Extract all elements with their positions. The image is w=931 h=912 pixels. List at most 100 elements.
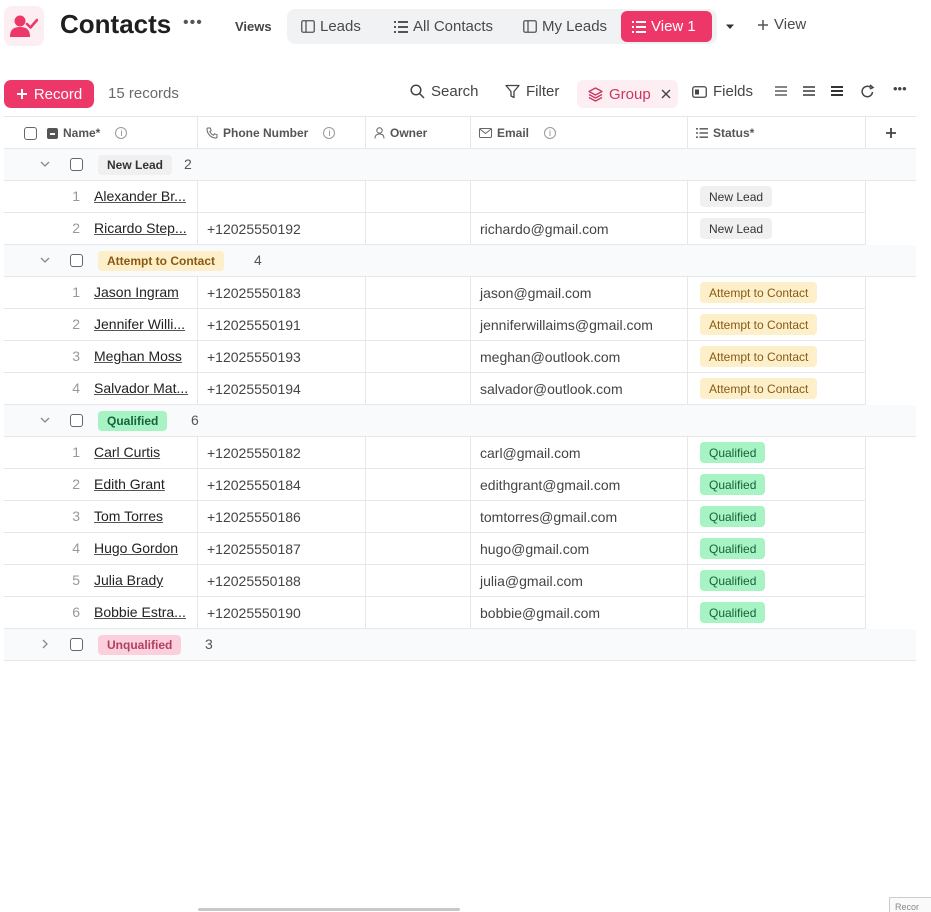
name-cell[interactable]: 3 Tom Torres [4, 501, 198, 532]
info-icon[interactable]: i [115, 127, 128, 139]
group-checkbox[interactable] [70, 638, 83, 651]
group-button[interactable]: Group [577, 80, 678, 108]
add-record-button[interactable]: Record [4, 80, 94, 108]
more-options-icon[interactable]: ••• [183, 14, 203, 32]
contact-name-link[interactable]: Bobbie Estra... [94, 604, 194, 620]
contact-name-link[interactable]: Salvador Mat... [94, 380, 194, 396]
status-cell[interactable]: Attempt to Contact [688, 341, 866, 372]
chevron-right-icon[interactable] [40, 639, 50, 649]
row-height-medium-icon[interactable] [802, 84, 816, 101]
chevron-down-icon[interactable] [40, 415, 50, 425]
select-all-checkbox[interactable] [24, 126, 37, 140]
status-cell[interactable]: Qualified [688, 469, 866, 500]
name-cell[interactable]: 2 Ricardo Step... [4, 213, 198, 244]
table-row[interactable]: 3 Meghan Moss +12025550193 meghan@outlook.c… [4, 341, 866, 373]
caret-down-icon[interactable] [724, 18, 736, 34]
more-options-icon[interactable]: ••• [893, 81, 907, 96]
owner-cell[interactable] [366, 309, 471, 340]
row-height-short-icon[interactable] [774, 84, 788, 101]
owner-cell[interactable] [366, 565, 471, 596]
name-cell[interactable]: 6 Bobbie Estra... [4, 597, 198, 628]
owner-cell[interactable] [366, 437, 471, 468]
search-button[interactable]: Search [410, 83, 479, 100]
email-cell[interactable]: hugo@gmail.com [471, 533, 688, 564]
tab-leads[interactable]: Leads [295, 11, 367, 42]
filter-button[interactable]: Filter [505, 83, 559, 100]
chevron-down-icon[interactable] [40, 159, 50, 169]
status-cell[interactable]: New Lead [688, 181, 866, 212]
group-row-new-lead[interactable]: New Lead 2 [4, 149, 916, 181]
phone-cell[interactable]: +12025550190 [198, 597, 366, 628]
owner-cell[interactable] [366, 597, 471, 628]
owner-cell[interactable] [366, 469, 471, 500]
name-cell[interactable]: 1 Carl Curtis [4, 437, 198, 468]
contact-name-link[interactable]: Julia Brady [94, 572, 194, 588]
name-cell[interactable]: 2 Edith Grant [4, 469, 198, 500]
fields-button[interactable]: Fields [692, 83, 753, 100]
status-cell[interactable]: Qualified [688, 565, 866, 596]
table-row[interactable]: 1 Alexander Br... New Lead [4, 181, 866, 213]
contact-name-link[interactable]: Alexander Br... [94, 188, 194, 204]
horizontal-scrollbar[interactable] [198, 908, 460, 911]
email-cell[interactable] [471, 181, 688, 212]
email-cell[interactable]: meghan@outlook.com [471, 341, 688, 372]
row-height-tall-icon[interactable] [830, 84, 844, 101]
owner-cell[interactable] [366, 373, 471, 404]
phone-cell[interactable]: +12025550191 [198, 309, 366, 340]
contact-name-link[interactable]: Ricardo Step... [94, 220, 194, 236]
email-cell[interactable]: julia@gmail.com [471, 565, 688, 596]
phone-cell[interactable]: +12025550182 [198, 437, 366, 468]
column-header-owner[interactable]: Owner [366, 117, 471, 149]
info-icon[interactable]: i [323, 127, 336, 139]
table-row[interactable]: 2 Edith Grant +12025550184 edithgrant@gmail… [4, 469, 866, 501]
column-header-status[interactable]: Status* [688, 117, 866, 149]
name-cell[interactable]: 3 Meghan Moss [4, 341, 198, 372]
info-icon[interactable]: i [544, 127, 557, 139]
table-row[interactable]: 1 Carl Curtis +12025550182 carl@gmail.com Qu… [4, 437, 866, 469]
tab-view-1[interactable]: View 1 [621, 11, 712, 42]
name-cell[interactable]: 5 Julia Brady [4, 565, 198, 596]
refresh-icon[interactable] [860, 84, 875, 102]
email-cell[interactable]: edithgrant@gmail.com [471, 469, 688, 500]
group-row-qualified[interactable]: Qualified 6 [4, 405, 916, 437]
group-checkbox[interactable] [70, 414, 83, 427]
phone-cell[interactable]: +12025550192 [198, 213, 366, 244]
owner-cell[interactable] [366, 341, 471, 372]
status-cell[interactable]: Attempt to Contact [688, 373, 866, 404]
column-header-name[interactable]: Name* i [4, 117, 198, 149]
column-header-phone[interactable]: Phone Number i [198, 117, 366, 149]
contact-name-link[interactable]: Edith Grant [94, 476, 194, 492]
name-cell[interactable]: 2 Jennifer Willi... [4, 309, 198, 340]
name-cell[interactable]: 1 Alexander Br... [4, 181, 198, 212]
owner-cell[interactable] [366, 533, 471, 564]
tab-all-contacts[interactable]: All Contacts [388, 11, 499, 42]
table-row[interactable]: 4 Salvador Mat... +12025550194 salvador@out… [4, 373, 866, 405]
owner-cell[interactable] [366, 181, 471, 212]
status-cell[interactable]: Qualified [688, 501, 866, 532]
email-cell[interactable]: jason@gmail.com [471, 277, 688, 308]
table-row[interactable]: 2 Ricardo Step... +12025550192 richardo@gma… [4, 213, 866, 245]
contact-name-link[interactable]: Meghan Moss [94, 348, 194, 364]
contact-name-link[interactable]: Tom Torres [94, 508, 194, 524]
status-cell[interactable]: Qualified [688, 597, 866, 628]
group-checkbox[interactable] [70, 254, 83, 267]
name-cell[interactable]: 4 Salvador Mat... [4, 373, 198, 404]
column-header-email[interactable]: Email i [471, 117, 688, 149]
group-row-unqualified[interactable]: Unqualified 3 [4, 629, 916, 661]
phone-cell[interactable]: +12025550188 [198, 565, 366, 596]
chevron-down-icon[interactable] [40, 255, 50, 265]
email-cell[interactable]: bobbie@gmail.com [471, 597, 688, 628]
owner-cell[interactable] [366, 213, 471, 244]
contact-name-link[interactable]: Hugo Gordon [94, 540, 194, 556]
email-cell[interactable]: jenniferwillaims@gmail.com [471, 309, 688, 340]
name-cell[interactable]: 1 Jason Ingram [4, 277, 198, 308]
owner-cell[interactable] [366, 501, 471, 532]
contact-name-link[interactable]: Jennifer Willi... [94, 316, 194, 332]
status-cell[interactable]: Attempt to Contact [688, 309, 866, 340]
phone-cell[interactable]: +12025550183 [198, 277, 366, 308]
email-cell[interactable]: carl@gmail.com [471, 437, 688, 468]
status-cell[interactable]: New Lead [688, 213, 866, 244]
contact-name-link[interactable]: Jason Ingram [94, 284, 194, 300]
owner-cell[interactable] [366, 277, 471, 308]
status-cell[interactable]: Attempt to Contact [688, 277, 866, 308]
